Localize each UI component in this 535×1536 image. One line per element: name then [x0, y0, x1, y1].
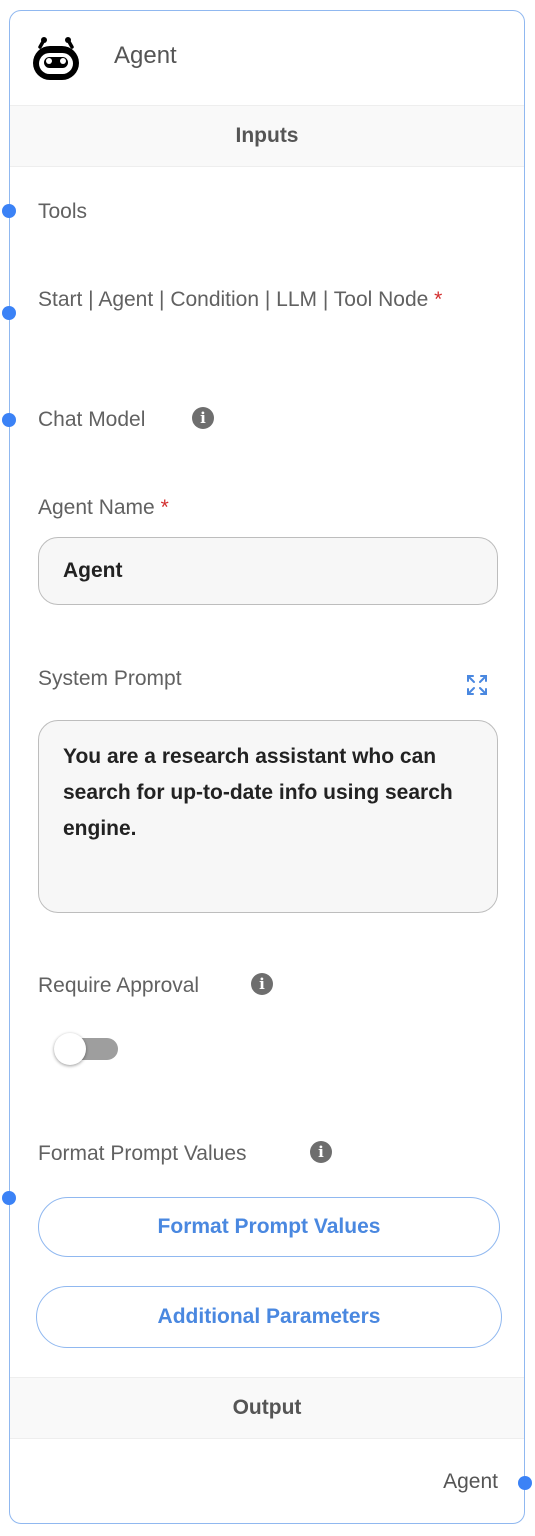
start-label-text: Start | Agent | Condition | LLM | Tool N… — [38, 288, 429, 311]
tools-input-handle[interactable] — [2, 204, 16, 218]
chat-model-label: Chat Model — [38, 408, 146, 431]
system-prompt-value: You are a research assistant who can sea… — [63, 745, 453, 840]
start-label: Start | Agent | Condition | LLM | Tool N… — [38, 284, 458, 316]
additional-parameters-button[interactable]: Additional Parameters — [36, 1286, 502, 1348]
agent-name-value: Agent — [63, 559, 123, 582]
format-prompt-values-label: Format Prompt Values — [38, 1142, 247, 1165]
format-prompt-values-handle[interactable] — [2, 1191, 16, 1205]
format-prompt-values-button[interactable]: Format Prompt Values — [38, 1197, 500, 1257]
start-input-handle[interactable] — [2, 306, 16, 320]
expand-icon[interactable] — [465, 673, 489, 697]
agent-node[interactable]: Agent Inputs Tools Start | Agent | Condi… — [2, 10, 532, 1524]
info-icon[interactable]: i — [251, 973, 273, 995]
inputs-section-header: Inputs — [10, 105, 524, 167]
chat-model-input-handle[interactable] — [2, 413, 16, 427]
robot-face-icon — [33, 37, 79, 80]
required-asterisk: * — [434, 288, 443, 311]
tools-label: Tools — [38, 200, 88, 223]
agent-name-label-text: Agent Name — [38, 496, 155, 519]
agent-name-input[interactable]: Agent — [38, 537, 498, 605]
info-icon[interactable]: i — [310, 1141, 332, 1163]
require-approval-label: Require Approval — [38, 974, 200, 997]
output-handle[interactable] — [518, 1476, 532, 1490]
node-header: Agent — [10, 11, 524, 105]
node-title: Agent — [114, 42, 177, 69]
info-icon[interactable]: i — [192, 407, 214, 429]
toggle-knob[interactable] — [54, 1033, 86, 1065]
system-prompt-textarea[interactable]: You are a research assistant who can sea… — [38, 720, 498, 913]
output-section-header: Output — [10, 1377, 524, 1439]
agent-name-label: Agent Name * — [38, 492, 169, 524]
output-label: Agent — [443, 1470, 498, 1493]
required-asterisk: * — [160, 496, 169, 519]
system-prompt-label: System Prompt — [38, 667, 182, 690]
